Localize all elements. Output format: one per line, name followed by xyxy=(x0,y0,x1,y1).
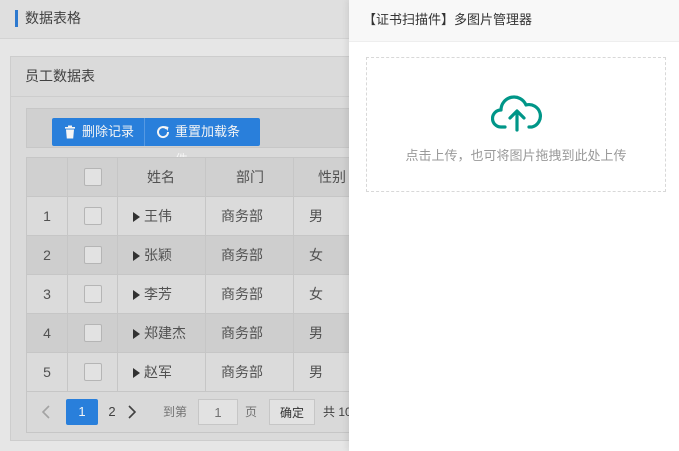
cloud-upload-icon xyxy=(491,95,542,132)
image-manager-drawer: 【证书扫描件】多图片管理器 点击上传，也可将图片拖拽到此处上传 xyxy=(349,0,679,451)
upload-hint: 点击上传，也可将图片拖拽到此处上传 xyxy=(405,148,627,163)
drawer-title: 【证书扫描件】多图片管理器 xyxy=(349,0,679,42)
upload-dropzone[interactable]: 点击上传，也可将图片拖拽到此处上传 xyxy=(366,57,666,192)
overlay-shade[interactable] xyxy=(0,0,349,451)
